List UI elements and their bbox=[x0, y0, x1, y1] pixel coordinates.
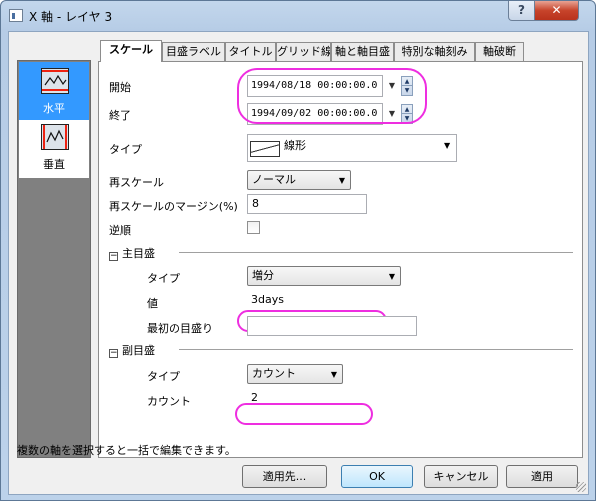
minor-type-label: タイプ bbox=[147, 370, 180, 383]
minor-type-value: カウント bbox=[252, 367, 296, 380]
dialog-client: 水平 垂直 スケール 目盛ラベル タイトル グリッド線 軸と軸目盛 特別な軸刻み bbox=[8, 31, 589, 495]
collapse-icon[interactable]: − bbox=[109, 252, 118, 261]
ok-button[interactable]: OK bbox=[341, 465, 413, 488]
major-value-label: 値 bbox=[147, 297, 158, 310]
tab-title[interactable]: タイトル bbox=[225, 42, 276, 61]
dialog-window: X 軸 - レイヤ 3 ? ✕ 水平 垂直 スケール 目盛ラベル タイトル グリ… bbox=[0, 0, 596, 501]
reverse-label: 逆順 bbox=[109, 224, 131, 237]
window-title: X 軸 - レイヤ 3 bbox=[29, 10, 113, 24]
scale-panel: 開始 1994/08/18 00:00:00.0 ▼ ▲ ▼ 終了 1994/0… bbox=[98, 61, 583, 458]
end-dropdown-arrow[interactable]: ▼ bbox=[386, 106, 398, 122]
scale-type-value: 線形 bbox=[284, 139, 306, 152]
start-dropdown-arrow[interactable]: ▼ bbox=[386, 78, 398, 94]
resize-grip[interactable] bbox=[576, 482, 586, 492]
major-type-select[interactable]: 増分 ▼ bbox=[247, 266, 401, 286]
horizontal-axis-icon bbox=[41, 68, 69, 94]
minor-ticks-title: 副目盛 bbox=[122, 344, 155, 357]
spin-up-icon[interactable]: ▲ bbox=[402, 77, 412, 86]
help-button[interactable]: ? bbox=[508, 1, 535, 21]
major-ticks-header[interactable]: − 主目盛 bbox=[109, 245, 155, 261]
major-group-divider bbox=[179, 252, 573, 253]
sidebar-item-label: 垂直 bbox=[43, 158, 65, 171]
close-button[interactable]: ✕ bbox=[534, 1, 579, 21]
end-label: 終了 bbox=[109, 109, 131, 122]
chevron-down-icon: ▼ bbox=[330, 370, 337, 379]
minor-count-label: カウント bbox=[147, 395, 191, 408]
major-type-label: タイプ bbox=[147, 272, 180, 285]
rescale-margin-label: 再スケールのマージン(%) bbox=[109, 200, 238, 213]
rescale-margin-input[interactable]: 8 bbox=[247, 194, 367, 214]
type-label: タイプ bbox=[109, 143, 142, 156]
sidebar-item-label: 水平 bbox=[43, 102, 65, 115]
spin-down-icon[interactable]: ▼ bbox=[402, 114, 412, 123]
tab-tick-labels[interactable]: 目盛ラベル bbox=[162, 42, 225, 61]
end-datetime-input[interactable]: 1994/09/02 00:00:00.0 bbox=[247, 103, 383, 125]
chevron-down-icon: ▼ bbox=[388, 272, 395, 281]
chevron-down-icon: ▼ bbox=[444, 141, 451, 150]
minor-type-select[interactable]: カウント ▼ bbox=[247, 364, 343, 384]
major-value-input[interactable]: 3days bbox=[247, 291, 367, 311]
major-type-value: 増分 bbox=[252, 269, 274, 282]
start-label: 開始 bbox=[109, 81, 131, 94]
collapse-icon[interactable]: − bbox=[109, 349, 118, 358]
axis-sidebar: 水平 垂直 bbox=[17, 60, 91, 458]
scale-type-select[interactable]: 線形 ▼ bbox=[247, 134, 457, 162]
chevron-down-icon: ▼ bbox=[338, 176, 345, 185]
status-text: 複数の軸を選択すると一括で編集できます。 bbox=[17, 444, 236, 457]
minor-group-divider bbox=[179, 349, 573, 350]
rescale-select[interactable]: ノーマル ▼ bbox=[247, 170, 351, 190]
spin-down-icon[interactable]: ▼ bbox=[402, 86, 412, 95]
first-tick-input[interactable] bbox=[247, 316, 417, 336]
tab-axis-break[interactable]: 軸破断 bbox=[475, 42, 524, 61]
spin-up-icon[interactable]: ▲ bbox=[402, 105, 412, 114]
minor-count-input[interactable]: 2 bbox=[247, 389, 367, 409]
cancel-button[interactable]: キャンセル bbox=[424, 465, 498, 488]
reverse-checkbox[interactable] bbox=[247, 221, 260, 234]
sidebar-item-vertical[interactable]: 垂直 bbox=[19, 120, 89, 178]
major-ticks-title: 主目盛 bbox=[122, 247, 155, 260]
apply-button[interactable]: 適用 bbox=[506, 465, 578, 488]
rescale-label: 再スケール bbox=[109, 176, 164, 189]
apply-to-button[interactable]: 適用先... bbox=[242, 465, 327, 488]
app-icon bbox=[9, 9, 23, 22]
tab-special-ticks[interactable]: 特別な軸刻み bbox=[394, 42, 475, 61]
sidebar-item-horizontal[interactable]: 水平 bbox=[19, 62, 89, 120]
end-spinner[interactable]: ▲ ▼ bbox=[401, 104, 413, 124]
rescale-value: ノーマル bbox=[252, 173, 296, 186]
start-datetime-input[interactable]: 1994/08/18 00:00:00.0 bbox=[247, 75, 383, 97]
title-bar[interactable]: X 軸 - レイヤ 3 ? ✕ bbox=[1, 1, 595, 31]
minor-ticks-header[interactable]: − 副目盛 bbox=[109, 342, 155, 358]
start-spinner[interactable]: ▲ ▼ bbox=[401, 76, 413, 96]
vertical-axis-icon bbox=[41, 124, 69, 150]
first-tick-label: 最初の目盛り bbox=[147, 322, 213, 335]
tab-grid-lines[interactable]: グリッド線 bbox=[276, 42, 331, 61]
tab-axis-and-ticks[interactable]: 軸と軸目盛 bbox=[331, 42, 394, 61]
tab-scale[interactable]: スケール bbox=[100, 40, 162, 62]
linear-scale-icon bbox=[250, 141, 280, 157]
